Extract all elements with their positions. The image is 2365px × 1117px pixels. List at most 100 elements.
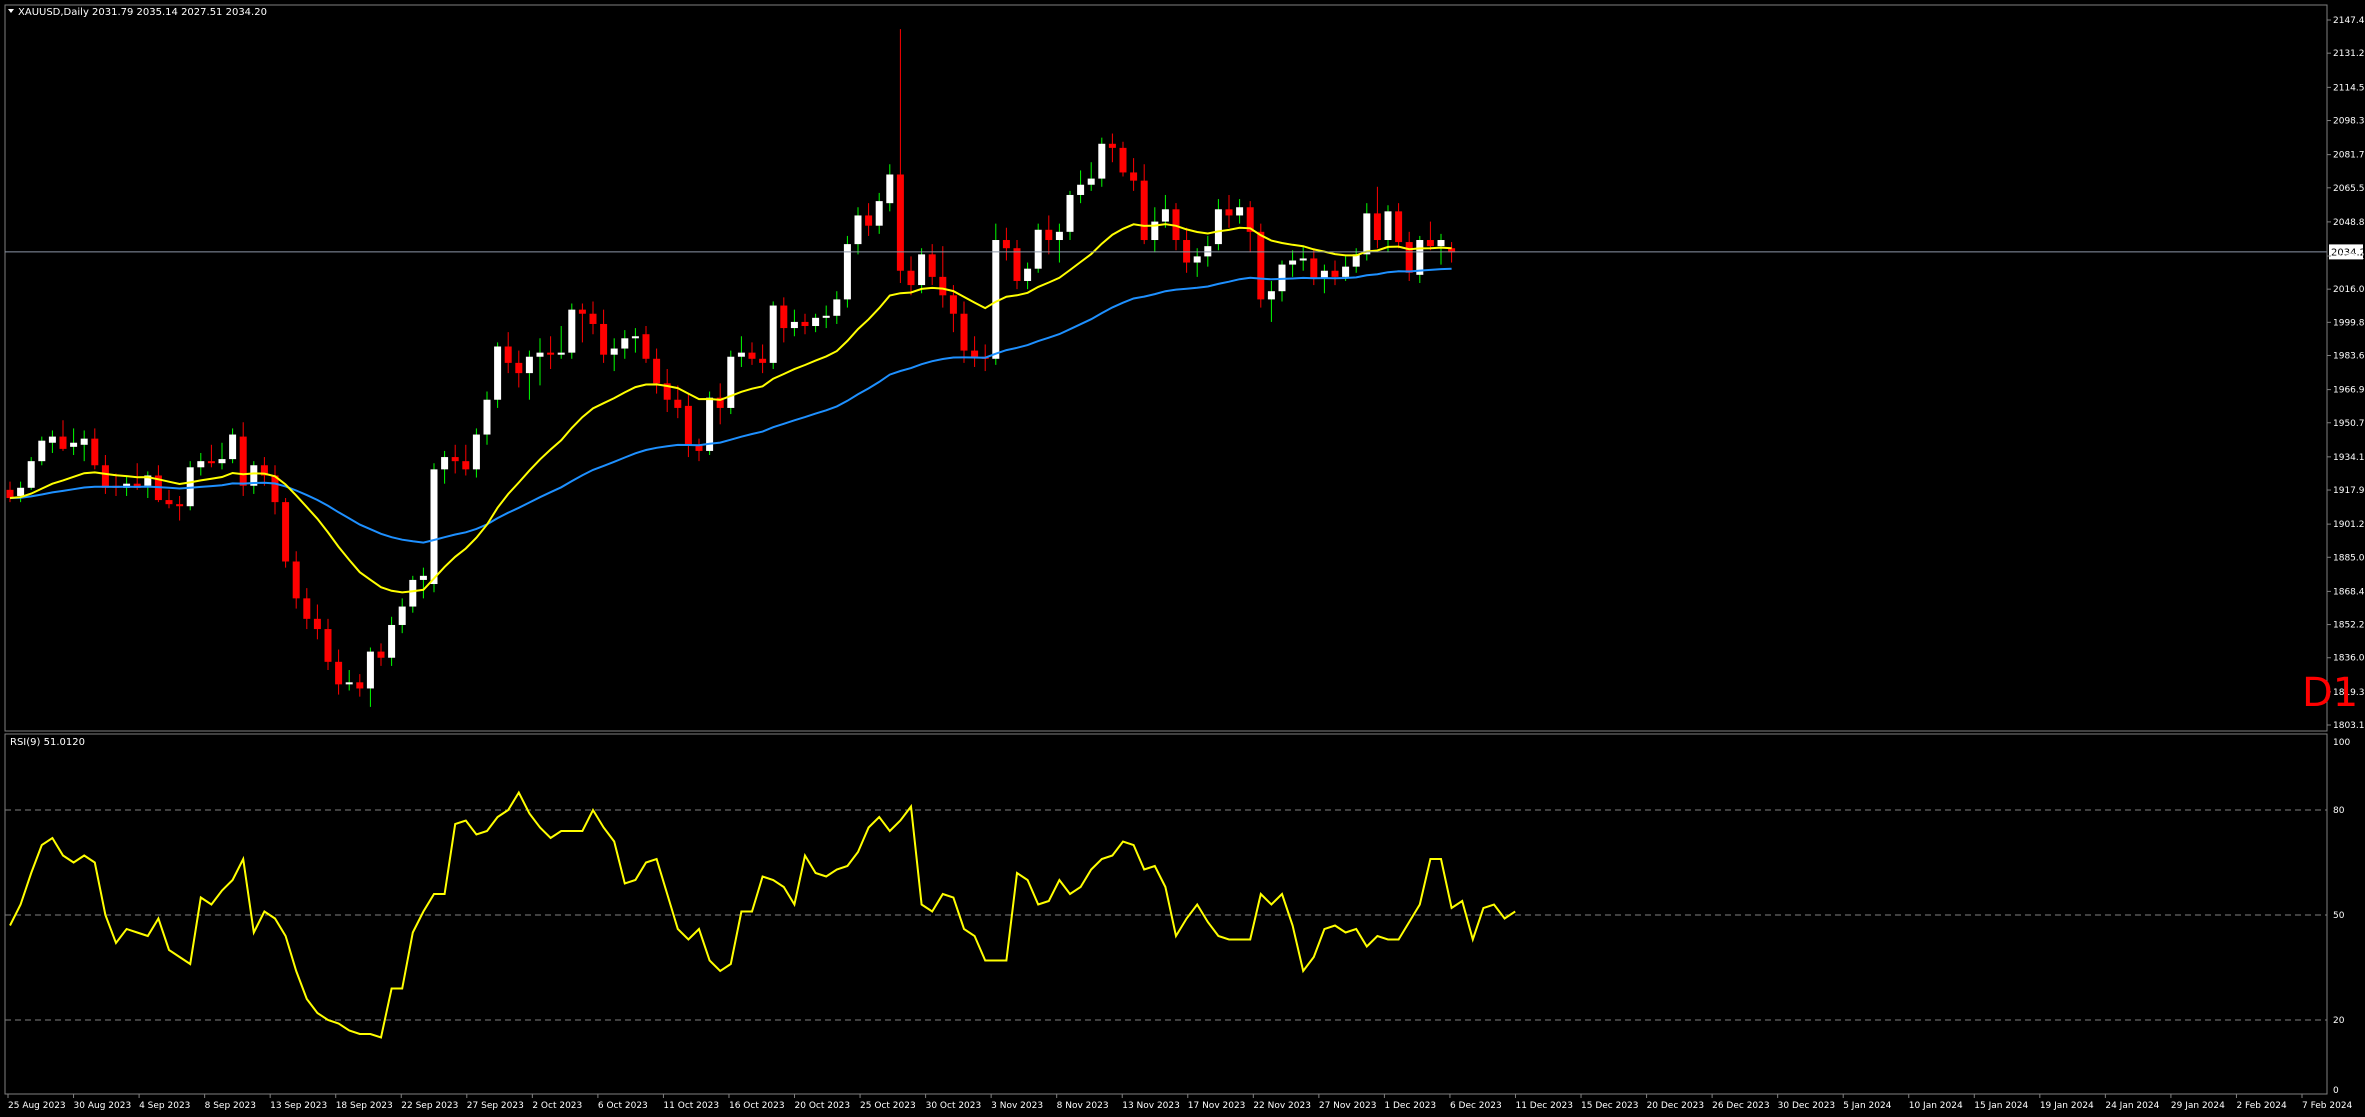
candle-body [17, 487, 25, 496]
candle-body [27, 461, 35, 488]
candle [27, 457, 35, 490]
candle-body [918, 254, 926, 286]
candle-body [759, 358, 767, 363]
candle-body [780, 305, 788, 329]
candle-body [1013, 248, 1021, 281]
candle-body [674, 399, 682, 408]
candle-body [366, 651, 374, 689]
candle-body [557, 352, 565, 355]
candle-body [462, 461, 470, 470]
time-tick-label: 11 Oct 2023 [663, 1101, 719, 1111]
candle-body [536, 352, 544, 357]
time-tick-label: 6 Oct 2023 [598, 1101, 648, 1111]
candle-body [1257, 231, 1265, 300]
candle-body [409, 579, 417, 607]
candle-body [653, 358, 661, 384]
candle-body [176, 504, 184, 507]
time-tick-label: 3 Nov 2023 [991, 1101, 1043, 1111]
candle-body [419, 575, 427, 580]
candle-body [727, 356, 735, 408]
time-tick-label: 1 Dec 2023 [1384, 1101, 1436, 1111]
candle-body [896, 174, 904, 271]
candle-body [1108, 143, 1116, 148]
candle-body [356, 682, 364, 689]
candle-body [515, 362, 523, 374]
rsi-label: RSI(9) 51.0120 [10, 737, 85, 748]
time-tick-label: 25 Aug 2023 [8, 1101, 66, 1111]
candle-body [822, 315, 830, 318]
candle-body [833, 299, 841, 316]
candle-body [971, 350, 979, 357]
candle-body [1098, 143, 1106, 179]
candle-body [812, 317, 820, 327]
candle-body [80, 438, 88, 445]
price-tick-label: 1901.25 [2333, 520, 2365, 530]
time-tick-label: 27 Nov 2023 [1319, 1101, 1377, 1111]
timeframe-badge: D1 [2302, 670, 2358, 716]
time-tick-label: 24 Jan 2024 [2105, 1101, 2159, 1111]
candle-body [1437, 240, 1445, 247]
candle-body [1214, 209, 1222, 245]
candle-body [1119, 147, 1127, 173]
candle-body [1066, 194, 1074, 232]
time-tick-label: 26 Dec 2023 [1712, 1101, 1770, 1111]
candle-body [1236, 207, 1244, 216]
candle [282, 498, 290, 568]
price-tick-label: 1917.90 [2333, 486, 2365, 496]
price-tick-label: 2065.50 [2333, 184, 2365, 194]
time-tick-label: 2 Feb 2024 [2236, 1101, 2287, 1111]
candle-body [1193, 256, 1201, 263]
candle-body [1225, 209, 1233, 216]
candle-body [292, 561, 300, 599]
time-tick-label: 22 Nov 2023 [1253, 1101, 1311, 1111]
time-tick-label: 17 Nov 2023 [1188, 1101, 1246, 1111]
time-tick-label: 16 Oct 2023 [729, 1101, 785, 1111]
time-tick-label: 7 Feb 2024 [2302, 1101, 2353, 1111]
candle-body [1087, 178, 1095, 185]
candle-body [886, 174, 894, 204]
candle-body [737, 352, 745, 357]
price-tick-label: 2098.35 [2333, 117, 2365, 127]
candle-body [547, 352, 555, 355]
rsi-tick-label: 100 [2333, 738, 2350, 748]
time-tick-label: 30 Oct 2023 [926, 1101, 982, 1111]
candle-body [1024, 268, 1032, 281]
candle-body [271, 475, 279, 503]
candle-body [1161, 209, 1169, 222]
time-tick-label: 8 Sep 2023 [205, 1101, 256, 1111]
candle [430, 463, 438, 593]
candle-body [1299, 258, 1307, 261]
candle-body [207, 461, 215, 464]
candle-body [621, 338, 629, 349]
candle-body [525, 356, 533, 374]
time-tick-label: 15 Dec 2023 [1581, 1101, 1639, 1111]
time-tick-label: 25 Oct 2023 [860, 1101, 916, 1111]
candle-body [1310, 258, 1318, 279]
candle-body [345, 682, 353, 685]
time-tick-label: 20 Dec 2023 [1647, 1101, 1705, 1111]
price-tick-label: 1868.40 [2333, 587, 2365, 597]
header-ohlc: 2031.79 2035.14 2027.51 2034.20 [92, 7, 267, 18]
candle-body [239, 436, 247, 486]
price-tick-label: 2147.45 [2333, 16, 2365, 26]
candle [769, 301, 777, 370]
candle-body [48, 436, 56, 443]
price-tick-label: 1950.75 [2333, 419, 2365, 429]
candle-body [59, 436, 67, 449]
time-tick-label: 11 Dec 2023 [1515, 1101, 1573, 1111]
candle-body [1183, 240, 1191, 263]
candle-body [101, 465, 109, 488]
candle-body [1395, 211, 1403, 243]
time-tick-label: 20 Oct 2023 [795, 1101, 851, 1111]
candle-body [1055, 231, 1063, 241]
candle-body [600, 323, 608, 355]
candle-body [303, 598, 311, 619]
candle-body [313, 618, 321, 630]
price-tick-label: 2048.85 [2333, 218, 2365, 228]
candle-body [907, 270, 915, 286]
rsi-tick-label: 20 [2333, 1016, 2345, 1026]
candle-body [377, 651, 385, 658]
candle-body [1289, 260, 1297, 265]
price-tick-label: 1934.10 [2333, 453, 2365, 463]
time-tick-label: 30 Dec 2023 [1778, 1101, 1836, 1111]
